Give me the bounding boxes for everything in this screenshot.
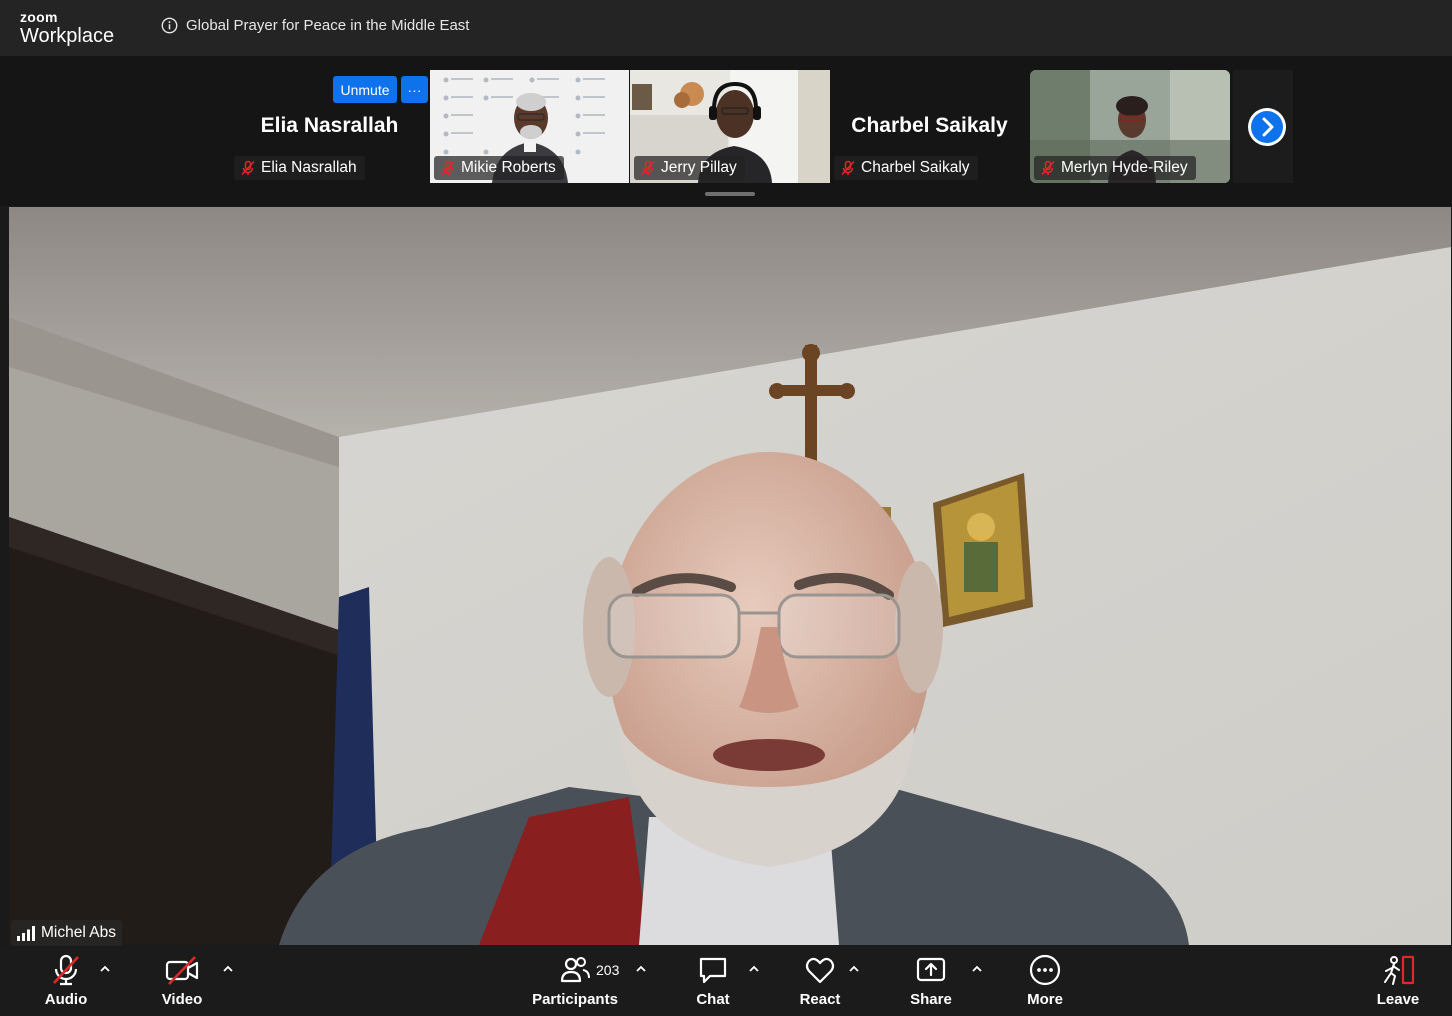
chat-button[interactable]: Chat <box>690 954 736 1012</box>
title-bar: zoom Workplace Global Prayer for Peace i… <box>0 0 1452 56</box>
audio-button[interactable]: Audio <box>40 954 92 1012</box>
muted-mic-icon <box>441 160 455 176</box>
app-logo: zoom Workplace <box>20 10 114 46</box>
next-page-chevron-icon[interactable] <box>1247 107 1287 147</box>
chat-bubble-icon <box>699 957 727 984</box>
participant-display-name: Charbel Saikaly <box>851 114 1008 137</box>
active-speaker-name-tag: Michel Abs <box>11 920 122 946</box>
signal-strength-icon <box>17 925 35 941</box>
participant-name-tag: Mikie Roberts <box>434 156 564 180</box>
participants-icon <box>560 957 590 983</box>
leave-door-icon <box>1384 955 1415 985</box>
participant-name-tag: Merlyn Hyde-Riley <box>1034 156 1196 180</box>
unmute-button[interactable]: Unmute <box>333 76 397 103</box>
heart-icon <box>805 957 835 984</box>
muted-mic-icon <box>1041 160 1055 176</box>
meeting-info-button[interactable]: Global Prayer for Peace in the Middle Ea… <box>161 14 469 36</box>
leave-label: Leave <box>1376 991 1420 1008</box>
meeting-title: Global Prayer for Peace in the Middle Ea… <box>186 16 470 34</box>
chat-label: Chat <box>696 991 730 1008</box>
participant-name-tag: Charbel Saikaly <box>834 156 978 180</box>
active-speaker-name: Michel Abs <box>41 924 116 941</box>
participants-options-chevron-up-icon[interactable] <box>635 964 647 974</box>
active-speaker-video <box>9 207 1451 945</box>
meeting-controls-toolbar: Audio Video Participants 203 Chat React … <box>0 946 1452 1016</box>
muted-mic-icon <box>241 160 255 176</box>
video-label: Video <box>161 991 203 1008</box>
video-button[interactable]: Video <box>158 954 206 1012</box>
brand-small-text: zoom <box>20 9 58 25</box>
muted-mic-icon <box>53 954 79 986</box>
leave-meeting-button[interactable]: Leave <box>1374 954 1422 1012</box>
react-button[interactable]: React <box>796 954 844 1012</box>
tile-more-options-button[interactable]: ··· <box>401 76 428 103</box>
video-off-icon <box>165 956 199 985</box>
brand-name: Workplace <box>20 25 115 47</box>
react-label: React <box>799 991 841 1008</box>
chat-options-chevron-up-icon[interactable] <box>748 964 760 974</box>
participant-tile-merlyn-hyde-riley[interactable]: Merlyn Hyde-Riley <box>1030 70 1230 183</box>
video-options-chevron-up-icon[interactable] <box>222 964 234 974</box>
participant-display-name: Elia Nasrallah <box>260 114 399 137</box>
muted-mic-icon <box>841 160 855 176</box>
participant-name: Merlyn Hyde-Riley <box>1061 159 1188 176</box>
participant-tile-mikie-roberts[interactable]: Mikie Roberts <box>430 70 629 183</box>
audio-options-chevron-up-icon[interactable] <box>99 964 111 974</box>
participants-count: 203 <box>596 962 620 978</box>
more-options-icon <box>1029 954 1061 986</box>
info-icon <box>161 17 178 33</box>
audio-label: Audio <box>44 991 88 1008</box>
participant-name: Elia Nasrallah <box>261 159 357 176</box>
share-options-chevron-up-icon[interactable] <box>971 964 983 974</box>
participant-name: Charbel Saikaly <box>861 159 970 176</box>
participant-name-tag: Jerry Pillay <box>634 156 745 180</box>
muted-mic-icon <box>641 160 655 176</box>
participant-tile-elia-nasrallah[interactable]: Elia Nasrallah Elia Nasrallah <box>230 70 429 183</box>
share-screen-icon <box>916 957 946 982</box>
gallery-strip: Elia Nasrallah Elia Nasrallah Unmute ··· <box>0 56 1452 206</box>
more-button[interactable]: More <box>1022 954 1068 1012</box>
more-label: More <box>1027 991 1063 1008</box>
participant-name-tag: Elia Nasrallah <box>234 156 365 180</box>
share-screen-button[interactable]: Share <box>906 954 956 1012</box>
participant-name: Mikie Roberts <box>461 159 556 176</box>
react-options-chevron-up-icon[interactable] <box>848 964 860 974</box>
gallery-resize-handle[interactable] <box>705 192 755 196</box>
speaker-video-frame <box>9 207 1451 945</box>
participant-tile-charbel-saikaly[interactable]: Charbel Saikaly Charbel Saikaly <box>830 70 1029 183</box>
participants-label: Participants <box>532 991 618 1008</box>
participant-tile-jerry-pillay[interactable]: Jerry Pillay <box>630 70 830 183</box>
share-label: Share <box>910 991 952 1008</box>
participant-name: Jerry Pillay <box>661 159 737 176</box>
